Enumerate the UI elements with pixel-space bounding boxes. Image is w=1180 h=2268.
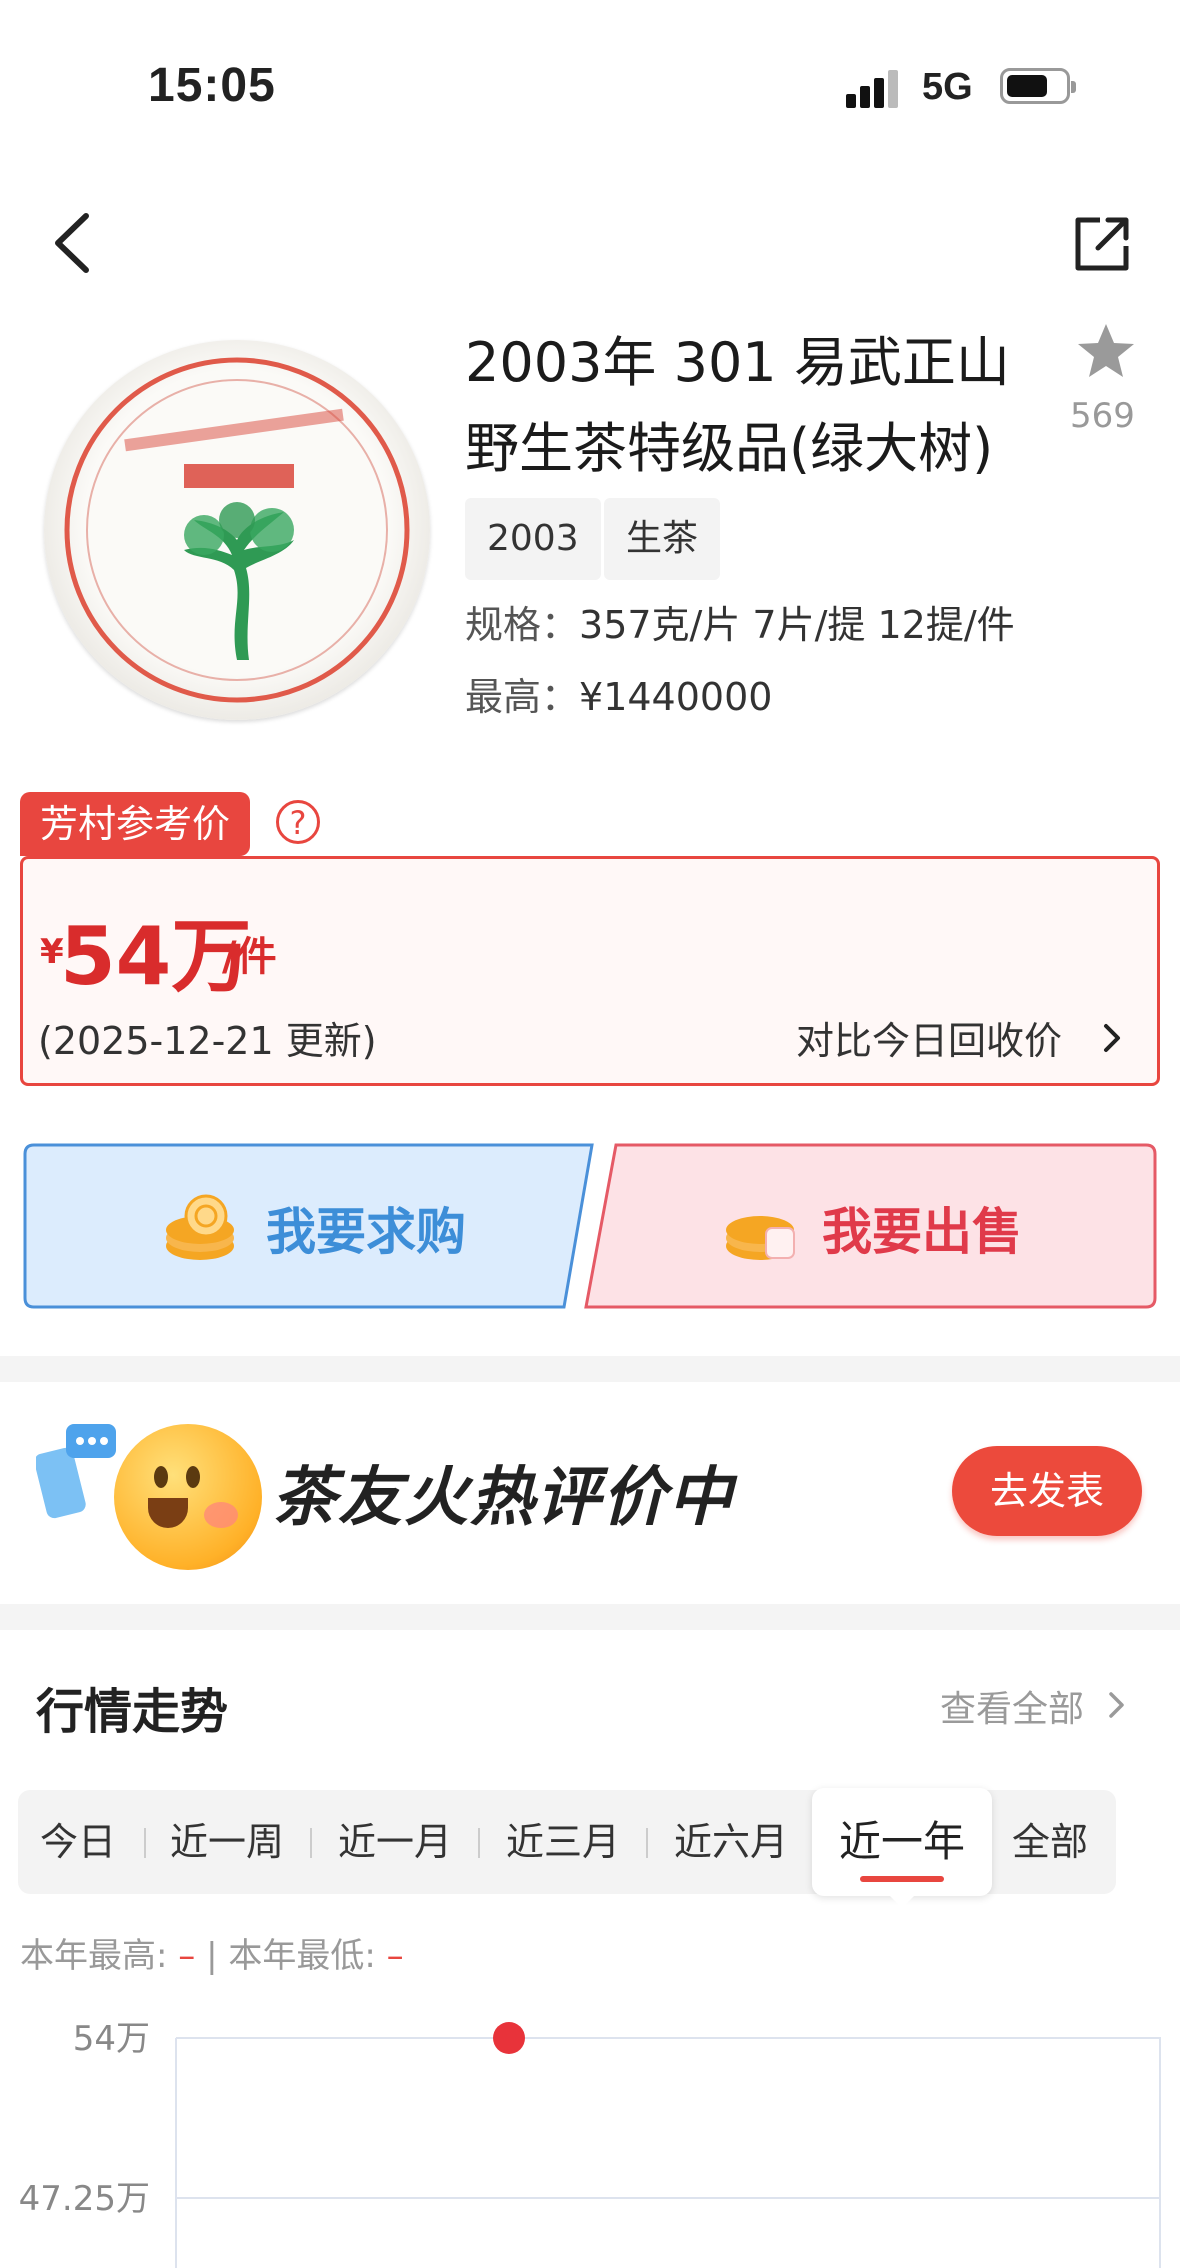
view-all-link[interactable]: 查看全部: [940, 1680, 1084, 1732]
max-price-label: 最高：: [465, 675, 580, 719]
tab-all[interactable]: 全部: [1012, 1790, 1088, 1894]
smiley-icon: [114, 1424, 262, 1570]
product-title-line2: 野生茶特级品(绿大树): [465, 417, 994, 480]
year-high-value: –: [178, 1936, 196, 1976]
section-divider: [0, 1604, 1180, 1630]
share-button[interactable]: [1070, 212, 1134, 276]
product-title-line1: 2003年 301 易武正山: [465, 331, 1010, 394]
max-price-value: ¥1440000: [579, 675, 773, 719]
star-icon: [1078, 324, 1134, 377]
back-icon: [55, 213, 89, 273]
spec-label: 规格：: [465, 603, 580, 647]
chart-frame: [175, 2037, 1161, 2268]
price-trend-chart: 54万 47.25万: [19, 2019, 1161, 2268]
y-tick-label: 47.25万: [19, 2179, 150, 2219]
buy-button-label: 我要求购: [266, 1203, 466, 1261]
chart-data-point[interactable]: [493, 2022, 525, 2054]
year-stats: 本年最高: – | 本年最低: –: [20, 1928, 404, 1977]
spec-row: 规格：357克/片 7片/提 12提/件: [465, 594, 1015, 649]
favorite-button[interactable]: [1076, 322, 1136, 380]
year-high-label: 本年最高:: [20, 1936, 168, 1976]
buy-request-button[interactable]: 我要求购: [22, 1142, 598, 1310]
year-low-value: –: [386, 1936, 404, 1976]
share-icon: [1075, 217, 1129, 271]
tab-six-months[interactable]: 近六月: [674, 1790, 788, 1894]
spec-value: 357克/片 7片/提 12提/件: [579, 603, 1015, 647]
reference-price-tag: 芳村参考价: [20, 792, 251, 856]
active-tab-pointer: [888, 1894, 916, 1908]
sell-button-label: 我要出售: [822, 1203, 1022, 1261]
tab-today[interactable]: 今日: [40, 1790, 116, 1894]
status-time: 15:05: [148, 59, 276, 112]
help-icon[interactable]: ?: [276, 800, 320, 844]
cellular-signal-icon: [846, 68, 902, 108]
chevron-right-icon[interactable]: [1098, 1018, 1126, 1058]
chevron-right-icon[interactable]: [1106, 1688, 1128, 1722]
tab-month[interactable]: 近一月: [338, 1790, 452, 1894]
tab-week[interactable]: 近一周: [170, 1790, 284, 1894]
tag-type: 生茶: [604, 498, 721, 580]
chat-bubble-icon: [34, 1420, 120, 1520]
update-date: (2025-12-21 更新): [38, 1019, 377, 1063]
section-divider: [0, 1356, 1180, 1382]
tea-cake-illustration: [64, 357, 410, 703]
product-title: 2003年 301 易武正山 野生茶特级品(绿大树): [465, 320, 1025, 492]
back-button[interactable]: [46, 210, 102, 276]
sell-button[interactable]: 我要出售: [582, 1142, 1158, 1310]
coin-icon: [166, 1194, 234, 1260]
product-image[interactable]: [44, 340, 430, 720]
market-trend-title: 行情走势: [36, 1684, 229, 1740]
coin-icon: [726, 1216, 795, 1260]
compare-recycle-price-link[interactable]: 对比今日回收价: [796, 1010, 1062, 1065]
price-unit: /件: [222, 934, 277, 980]
review-banner-slogan: 茶友火热评价中: [272, 1461, 734, 1535]
max-price-row: 最高：¥1440000: [465, 666, 772, 721]
tag-year: 2003: [465, 498, 601, 580]
y-tick-label: 54万: [73, 2019, 150, 2059]
post-review-button[interactable]: 去发表: [952, 1446, 1142, 1536]
network-type: 5G: [922, 66, 973, 108]
year-stats-separator: |: [206, 1936, 218, 1976]
active-tab-indicator: [860, 1876, 944, 1882]
battery-icon: [1000, 68, 1076, 104]
favorite-count: 569: [1070, 396, 1135, 436]
year-low-label: 本年最低:: [228, 1936, 376, 1976]
tab-three-months[interactable]: 近三月: [506, 1790, 620, 1894]
